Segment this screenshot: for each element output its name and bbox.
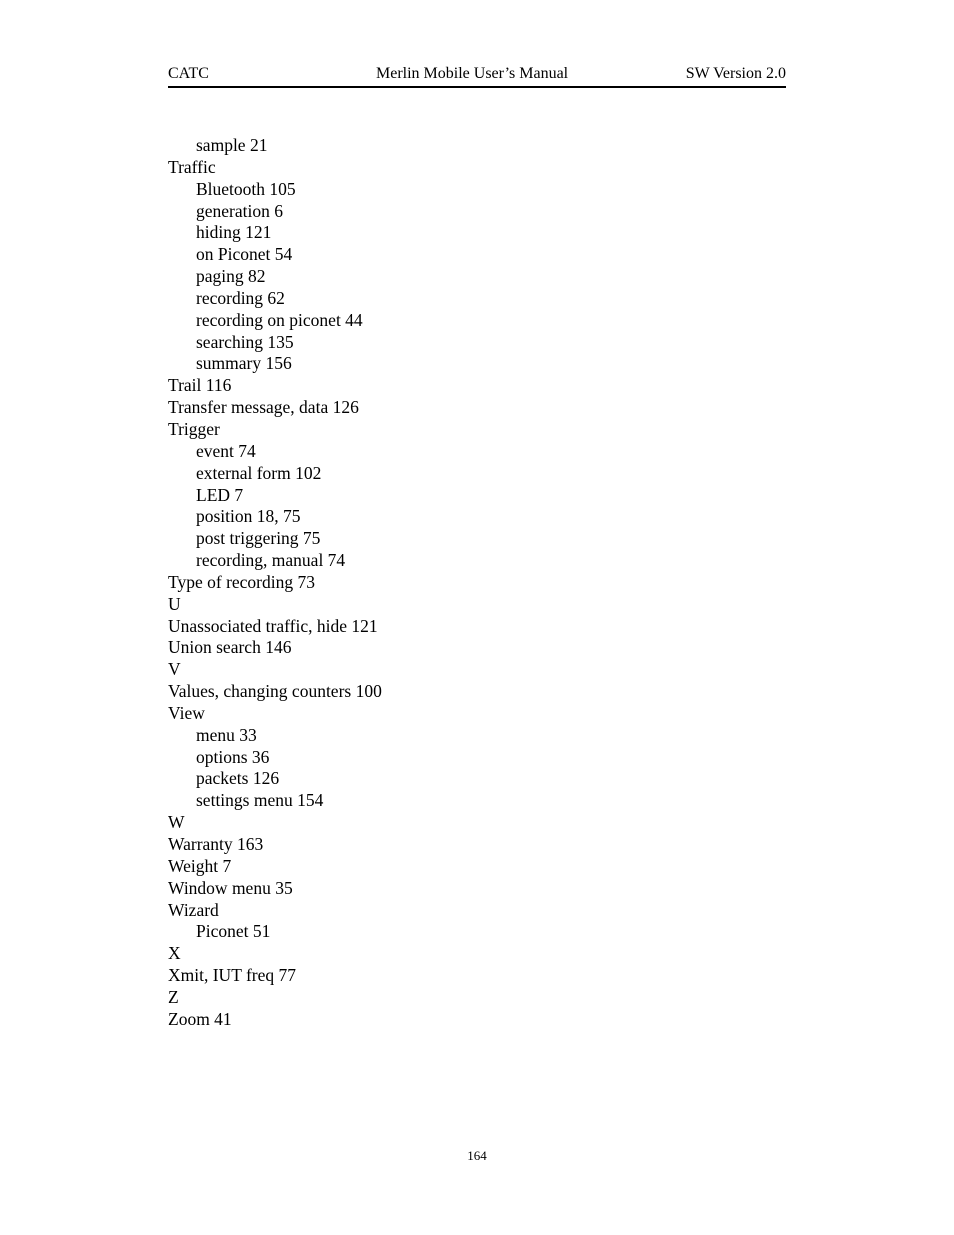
index-entry: Wizard — [168, 899, 219, 920]
index-entry: W — [168, 812, 185, 833]
index-subentry: sample 21 — [196, 135, 268, 155]
index-subentry: on Piconet 54 — [196, 244, 293, 265]
index-entry: Window menu 35 — [168, 877, 293, 898]
index-subentry: Piconet 51 — [196, 921, 271, 942]
index-entry: Values, changing counters 100 — [168, 681, 382, 702]
index-list: sample 21 Traffic Bluetooth 105 generation … — [168, 135, 382, 1031]
index-subentry: hiding 121 — [196, 222, 272, 243]
index-subentry: paging 82 — [196, 266, 266, 287]
index-entry: Xmit, IUT freq 77 — [168, 965, 296, 986]
header-version: SW Version 2.0 — [685, 65, 786, 82]
index-subentry: settings menu 154 — [196, 790, 324, 811]
index-entry: Unassociated traffic, hide 121 — [168, 615, 378, 636]
page-header: CATC Merlin Mobile User’s Manual SW Vers… — [168, 64, 786, 88]
index-entry: Type of recording 73 — [168, 571, 315, 592]
index-subentry: options 36 — [196, 746, 270, 767]
index-entry: U — [168, 593, 181, 614]
index-subentry: event 74 — [196, 440, 256, 461]
page-number: 164 — [467, 1148, 487, 1163]
index-subentry: searching 135 — [196, 331, 294, 352]
index-entry: Traffic — [168, 156, 216, 177]
index-subentry: external form 102 — [196, 462, 322, 483]
header-company: CATC — [168, 65, 209, 82]
index-entry: Zoom 41 — [168, 1008, 232, 1029]
index-entry: V — [168, 659, 181, 680]
index-subentry: post triggering 75 — [196, 528, 321, 549]
index-entry: Union search 146 — [168, 637, 292, 658]
index-entry: Z — [168, 986, 179, 1007]
index-subentry: recording on piconet 44 — [196, 309, 363, 330]
index-entry: Warranty 163 — [168, 834, 264, 854]
index-subentry: recording, manual 74 — [196, 550, 346, 571]
index-entry: Weight 7 — [168, 855, 232, 876]
index-subentry: packets 126 — [196, 768, 280, 789]
index-subentry: menu 33 — [196, 724, 257, 745]
index-entry: X — [168, 943, 181, 964]
header-title: Merlin Mobile User’s Manual — [376, 65, 569, 82]
index-entry: Transfer message, data 126 — [168, 397, 359, 418]
index-subentry: position 18, 75 — [196, 506, 301, 527]
index-subentry: summary 156 — [196, 353, 292, 374]
index-subentry: LED 7 — [196, 484, 244, 505]
index-subentry: generation 6 — [196, 200, 283, 221]
index-entry: Trail 116 — [168, 375, 232, 396]
index-subentry: Bluetooth 105 — [196, 178, 296, 199]
index-entry: Trigger — [168, 418, 220, 439]
index-subentry: recording 62 — [196, 287, 285, 308]
index-entry: View — [168, 702, 205, 723]
